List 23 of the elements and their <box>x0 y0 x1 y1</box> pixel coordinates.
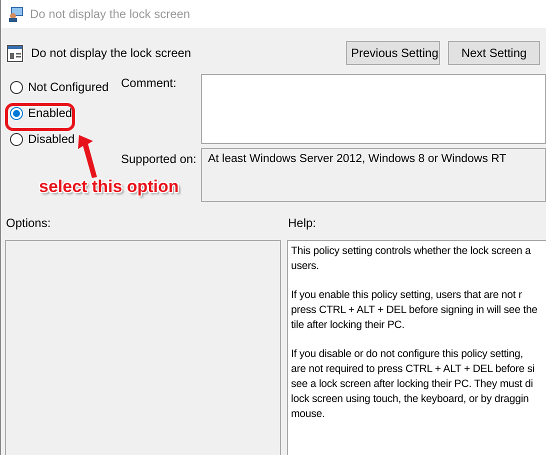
radio-button[interactable] <box>10 80 23 94</box>
previous-setting-button[interactable]: Previous Setting <box>346 41 440 65</box>
annotation-text: select this option <box>39 177 179 197</box>
help-paragraph: If you disable or do not configure this policy setting, are not required to press CTRL + ALT + DEL before si see a lock screen after locking their PC. They must di lock screen using touch, the keyboard, or by draggin mouse. <box>291 347 536 422</box>
help-label: Help: <box>288 216 318 230</box>
help-paragraph: If you enable this policy setting, users that are not r press CTRL + ALT + DEL before signing in will see the tile after locking their PC. <box>291 288 538 333</box>
settings-page-icon <box>7 44 23 62</box>
policy-title: Do not display the lock screen <box>31 46 192 60</box>
supported-on-label: Supported on: <box>121 152 198 166</box>
window-title: Do not display the lock screen <box>30 7 190 21</box>
radio-button[interactable] <box>10 106 23 120</box>
highlight-ring <box>5 103 75 131</box>
comment-label: Comment: <box>121 76 178 90</box>
comment-field[interactable] <box>201 74 546 144</box>
radio-label: Enabled <box>28 106 72 120</box>
help-paragraph: This policy setting controls whether the lock screen a users. <box>291 244 532 274</box>
radio-label: Not Configured <box>28 80 109 94</box>
radio-label: Disabled <box>28 132 75 146</box>
supported-on-field: At least Windows Server 2012, Windows 8 or Windows RT <box>201 148 546 202</box>
radio-button[interactable] <box>10 132 23 146</box>
policy-icon <box>8 6 24 22</box>
options-label: Options: <box>6 216 52 230</box>
next-setting-button[interactable]: Next Setting <box>448 41 540 65</box>
